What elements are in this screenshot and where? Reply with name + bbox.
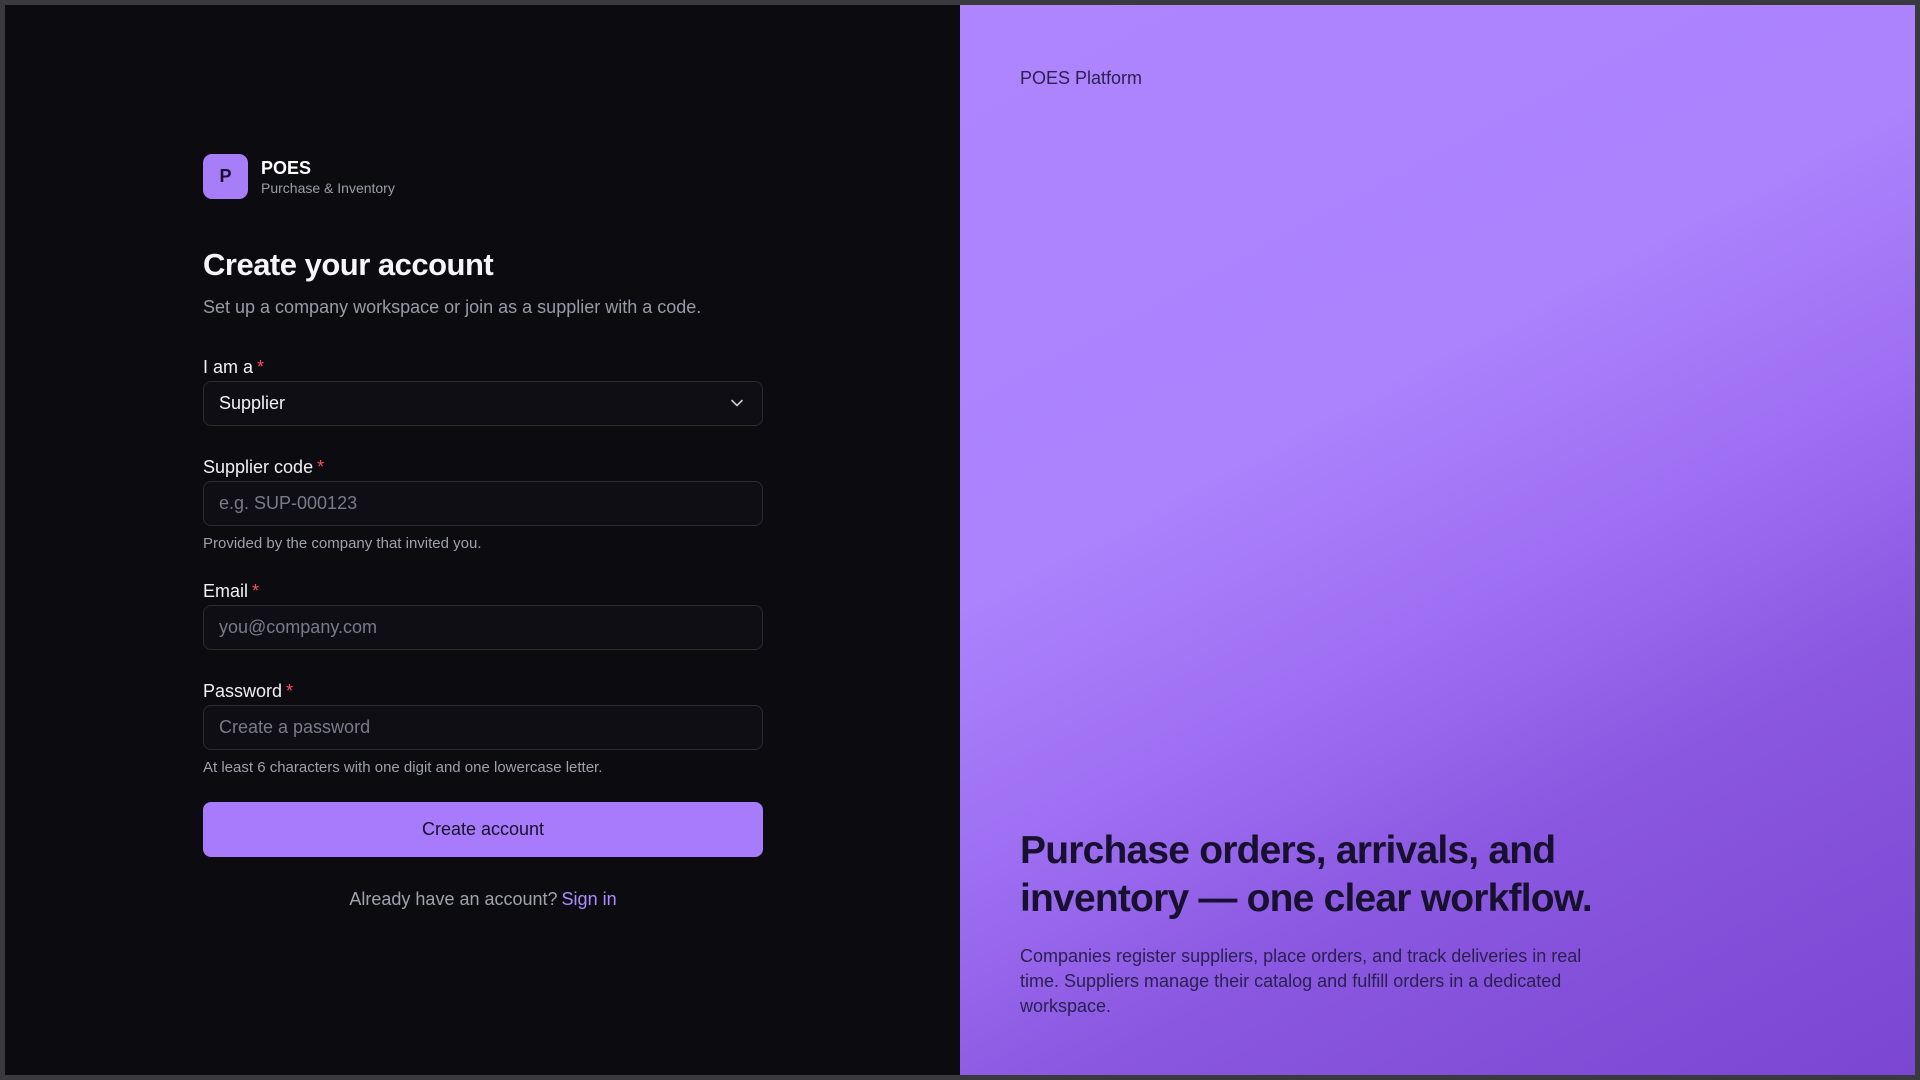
signin-link[interactable]: Sign in <box>562 889 617 909</box>
required-mark: * <box>317 457 325 477</box>
supplier-code-hint: Provided by the company that invited you… <box>203 535 482 552</box>
brand-logo: P <box>203 154 248 199</box>
role-select-value: Supplier <box>219 393 286 413</box>
chevron-down-icon <box>731 399 743 407</box>
role-field: I am a * Supplier <box>203 356 763 426</box>
password-label-text: Password <box>203 681 283 701</box>
password-input[interactable] <box>219 717 747 738</box>
email-input-box <box>203 605 763 650</box>
create-account-button[interactable]: Create account <box>203 802 763 857</box>
supplier-code-field: Supplier code* Provided by the company t… <box>203 456 763 553</box>
password-hint: At least 6 characters with one digit and… <box>203 759 603 776</box>
platform-label: POES Platform <box>1020 68 1143 88</box>
brand-name: POES <box>261 157 312 178</box>
role-label: I am a * <box>203 356 763 378</box>
required-mark: * <box>252 581 260 601</box>
submit-row: Create account <box>203 802 763 857</box>
email-label-text: Email <box>203 581 249 601</box>
role-select[interactable]: Supplier <box>203 381 763 426</box>
page-title: Create your account <box>203 247 494 282</box>
brand-logo-letter: P <box>219 166 232 186</box>
required-mark: * <box>257 357 265 377</box>
hero-description: Companies register suppliers, place orde… <box>1020 946 1582 1016</box>
supplier-code-input[interactable] <box>219 493 747 514</box>
role-label-text: I am a <box>203 357 254 377</box>
app-frame: P POES Purchase & Inventory Create your … <box>5 5 1915 1075</box>
brand-text: POES Purchase & Inventory <box>261 157 395 197</box>
signin-prompt: Already have an account? <box>349 889 558 909</box>
brand: P POES Purchase & Inventory <box>203 154 763 199</box>
brand-tagline: Purchase & Inventory <box>261 179 395 196</box>
password-input-box <box>203 705 763 750</box>
hero-headline: Purchase orders, arrivals, and inventory… <box>1020 829 1593 920</box>
email-label: Email * <box>203 580 763 602</box>
page-subtitle: Set up a company workspace or join as a … <box>203 297 702 317</box>
supplier-code-label-text: Supplier code <box>203 457 314 477</box>
password-label: Password * <box>203 680 763 702</box>
password-field: Password * At least 6 characters with one… <box>203 680 763 777</box>
hero-panel: POES Platform Purchase orders, arrivals,… <box>960 5 1915 1075</box>
supplier-code-label: Supplier code * <box>203 456 763 478</box>
signin-row: Already have an account? Sign in <box>203 889 763 910</box>
signup-panel: P POES Purchase & Inventory Create your … <box>5 5 960 1075</box>
email-field: Email * <box>203 580 763 650</box>
email-input[interactable] <box>219 617 747 638</box>
supplier-code-input-box <box>203 481 763 526</box>
signup-form: P POES Purchase & Inventory Create your … <box>203 154 763 910</box>
required-mark: * <box>286 681 294 701</box>
